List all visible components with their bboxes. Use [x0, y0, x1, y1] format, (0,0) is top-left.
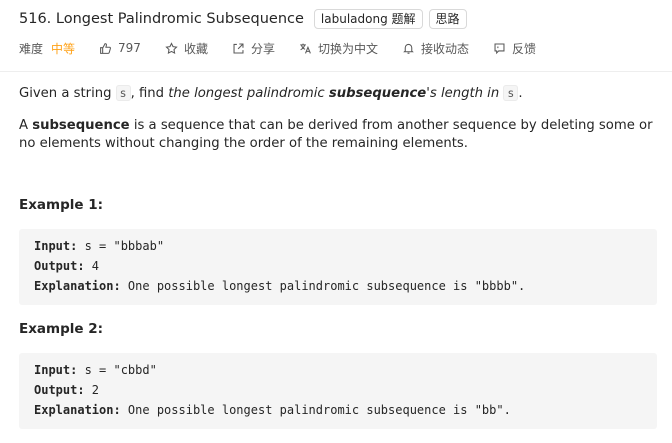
thumbs-up-icon [100, 42, 112, 54]
desc-text: , find [130, 86, 169, 101]
example-1-output: Output: 4 [34, 256, 657, 276]
inline-code-s: s [115, 85, 131, 101]
desc-text: . [518, 86, 523, 101]
share-label: 分享 [250, 41, 275, 56]
explanation-value: One possible longest palindromic subsequ… [120, 403, 511, 417]
share-icon [233, 43, 244, 53]
subscribe-label: 接收动态 [420, 41, 469, 56]
translate-label: 切换为中文 [317, 41, 378, 56]
example-1-explanation: Explanation: One possible longest palind… [34, 276, 657, 296]
inline-code-s: s [503, 85, 519, 101]
description-paragraph-2: A subsequence is a sequence that can be … [19, 117, 659, 153]
desc-emphasis-bold: subsequence [328, 86, 427, 101]
like-button[interactable]: 797 [99, 41, 141, 55]
difficulty: 难度 中等 [19, 40, 75, 57]
difficulty-label: 难度 [19, 41, 44, 56]
input-value: s = "cbbd" [77, 363, 157, 377]
feedback-label: 反馈 [512, 41, 537, 56]
example-2-title: Example 2: [19, 321, 104, 337]
output-label: Output: [34, 259, 85, 273]
explanation-label: Explanation: [34, 403, 121, 417]
desc-bold: subsequence [32, 118, 130, 133]
example-1-input: Input: s = "bbbab" [34, 236, 657, 256]
feedback-button[interactable]: 反馈 [493, 40, 536, 57]
input-label: Input: [34, 239, 78, 253]
problem-title: 516. Longest Palindromic Subsequence [19, 11, 304, 27]
header-divider [0, 71, 672, 72]
like-count: 797 [118, 41, 141, 55]
output-value: 2 [84, 383, 100, 397]
desc-text: Given a string [19, 86, 116, 101]
explanation-label: Explanation: [34, 279, 121, 293]
favorite-button[interactable]: 收藏 [165, 40, 208, 57]
input-value: s = "bbbab" [77, 239, 165, 253]
bell-icon [403, 43, 414, 54]
problem-meta-bar: 难度 中等 797 收藏 分享 切换为中文 接收动态 反馈 [19, 38, 560, 58]
example-1-block: Input: s = "bbbab" Output: 4 Explanation: … [19, 229, 657, 305]
tag-labuladong-solution[interactable]: labuladong 题解 [313, 9, 423, 29]
example-1-title: Example 1: [19, 197, 104, 213]
desc-emphasis: the longest palindromic [168, 86, 329, 101]
example-2-block: Input: s = "cbbd" Output: 2 Explanation: O… [19, 353, 657, 429]
star-icon [165, 41, 178, 54]
problem-header: 516. Longest Palindromic Subsequence lab… [19, 8, 659, 30]
subscribe-button[interactable]: 接收动态 [402, 40, 469, 57]
desc-text: A [19, 118, 33, 133]
problem-description: Given a string s, find the longest palin… [19, 84, 659, 153]
example-2-input: Input: s = "cbbd" [34, 360, 657, 380]
translate-icon [300, 43, 311, 54]
feedback-icon [494, 43, 505, 54]
example-2-output: Output: 2 [34, 380, 657, 400]
tag-approach[interactable]: 思路 [428, 9, 467, 29]
translate-button[interactable]: 切换为中文 [299, 40, 378, 57]
difficulty-value: 中等 [51, 41, 76, 56]
output-label: Output: [34, 383, 85, 397]
explanation-value: One possible longest palindromic subsequ… [120, 279, 526, 293]
share-button[interactable]: 分享 [232, 40, 275, 57]
favorite-label: 收藏 [183, 41, 208, 56]
input-label: Input: [34, 363, 78, 377]
example-2-explanation: Explanation: One possible longest palind… [34, 400, 657, 420]
description-paragraph-1: Given a string s, find the longest palin… [19, 84, 659, 103]
desc-emphasis: 's length in [426, 86, 504, 101]
output-value: 4 [84, 259, 100, 273]
